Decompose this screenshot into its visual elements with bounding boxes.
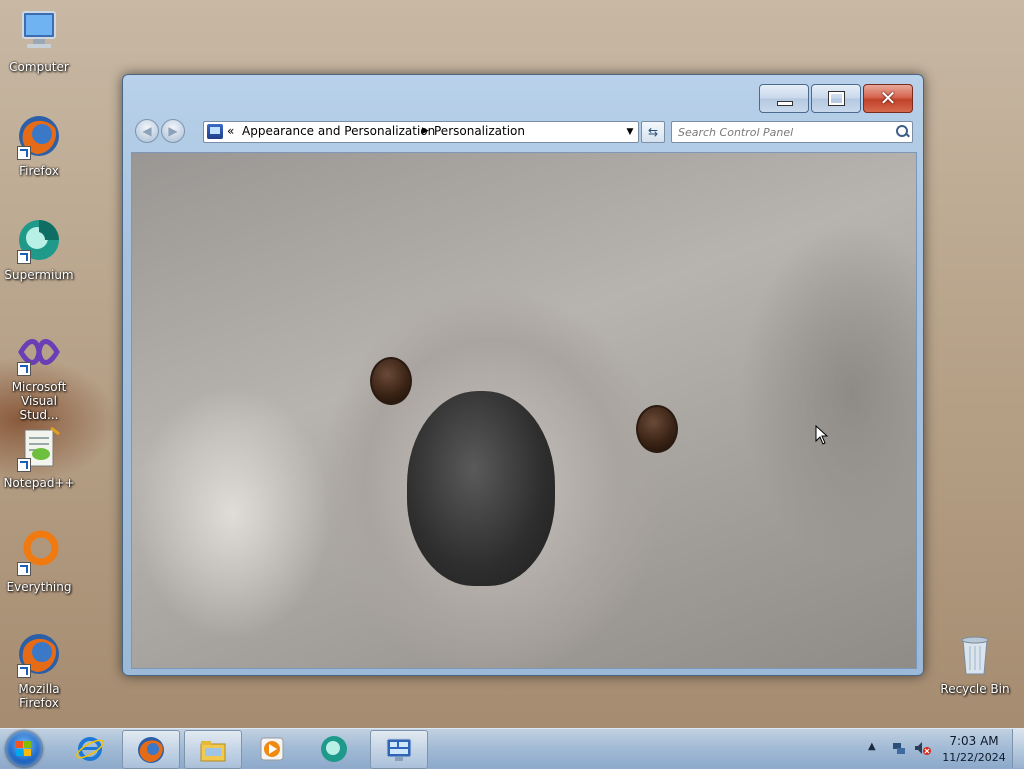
supermium-icon: [321, 736, 347, 762]
address-bar[interactable]: « Appearance and Personalization ▶ Perso…: [203, 121, 639, 143]
close-icon: ✕: [879, 86, 897, 110]
breadcrumb-personalization[interactable]: Personalization: [434, 124, 525, 138]
show-hidden-icons-arrow[interactable]: ▲: [868, 741, 876, 752]
maximize-button[interactable]: [811, 84, 861, 113]
desktop-icon-label: Microsoft Visual Stud...: [11, 380, 67, 422]
address-dropdown-button[interactable]: ▼: [624, 125, 636, 139]
windows-explorer-icon: [200, 741, 226, 762]
supermium-icon: [15, 216, 63, 264]
computer-icon: [15, 8, 63, 56]
desktop-icon-mozilla-firefox[interactable]: Mozilla Firefox: [1, 630, 77, 710]
desktop-icon-label: Computer: [9, 60, 69, 74]
taskbar-control-panel[interactable]: [370, 730, 428, 769]
desktop-icon-label: Mozilla Firefox: [18, 682, 60, 710]
visual-studio-icon: [15, 328, 63, 376]
taskbar-internet-explorer[interactable]: [62, 730, 118, 767]
maximize-icon: [828, 91, 845, 106]
everything-icon: [15, 528, 63, 576]
desktop-icon-label: Notepad++: [3, 476, 75, 490]
desktop-icon-everything[interactable]: Everything: [1, 528, 77, 594]
recycle-bin-icon: [951, 630, 999, 678]
firefox-icon: [138, 737, 164, 763]
control-panel-window[interactable]: ✕ ◀ ▶ « Appearance and Personalization ▶…: [122, 74, 924, 676]
desktop-icon-firefox[interactable]: Firefox: [1, 112, 77, 178]
search-box[interactable]: [671, 121, 913, 143]
control-panel-icon: [207, 124, 223, 139]
desktop-icon-notepad-plus-plus[interactable]: Notepad++: [1, 424, 77, 490]
content-pane[interactable]: [131, 152, 917, 669]
internet-explorer-icon: [76, 737, 104, 761]
desktop-icon-label: Supermium: [4, 268, 74, 282]
back-button[interactable]: ◀: [135, 119, 159, 143]
taskbar: ▲ 7:03 AM 11/22/2024: [0, 728, 1024, 769]
search-icon[interactable]: [896, 125, 908, 137]
volume-muted-icon[interactable]: [914, 741, 932, 755]
clock-time[interactable]: 7:03 AM: [940, 734, 1008, 748]
taskbar-firefox[interactable]: [122, 730, 180, 769]
firefox-icon: [15, 112, 63, 160]
desktop-icon-visual-studio[interactable]: Microsoft Visual Stud...: [1, 328, 77, 422]
taskbar-media-player[interactable]: [244, 730, 300, 767]
koala-eye-left: [370, 357, 412, 405]
forward-arrow-icon: ▶: [168, 124, 178, 138]
notepad-plus-plus-icon: [15, 424, 63, 472]
search-input[interactable]: [676, 123, 890, 141]
koala-eye-right: [636, 405, 678, 453]
minimize-button[interactable]: [759, 84, 809, 113]
breadcrumb-overflow[interactable]: «: [227, 124, 234, 138]
forward-button[interactable]: ▶: [161, 119, 185, 143]
taskbar-supermium[interactable]: [306, 730, 362, 767]
desktop-icon-computer[interactable]: Computer: [1, 8, 77, 74]
refresh-icon: ⇆: [647, 125, 659, 139]
desktop-icon-supermium[interactable]: Supermium: [1, 216, 77, 282]
network-icon[interactable]: [892, 741, 906, 755]
media-player-icon: [260, 737, 284, 761]
taskbar-windows-explorer[interactable]: [184, 730, 242, 769]
control-panel-icon: [386, 738, 412, 761]
windows-logo-icon: [16, 741, 32, 757]
desktop-icon-recycle-bin[interactable]: Recycle Bin: [937, 630, 1013, 696]
close-button[interactable]: ✕: [863, 84, 913, 113]
start-button[interactable]: [6, 731, 42, 767]
clock-date[interactable]: 11/22/2024: [940, 751, 1008, 764]
koala-nose: [407, 391, 555, 586]
back-arrow-icon: ◀: [142, 124, 152, 138]
desktop-icon-label: Firefox: [19, 164, 59, 178]
firefox-icon: [15, 630, 63, 678]
refresh-button[interactable]: ⇆: [641, 121, 665, 143]
desktop-icon-label: Recycle Bin: [940, 682, 1010, 696]
desktop-icon-label: Everything: [6, 580, 72, 594]
minimize-icon: [777, 101, 793, 106]
show-desktop-button[interactable]: [1012, 729, 1024, 768]
breadcrumb-appearance-and-personalization[interactable]: Appearance and Personalization: [242, 124, 435, 138]
breadcrumb-separator-icon[interactable]: ▶: [422, 126, 429, 136]
